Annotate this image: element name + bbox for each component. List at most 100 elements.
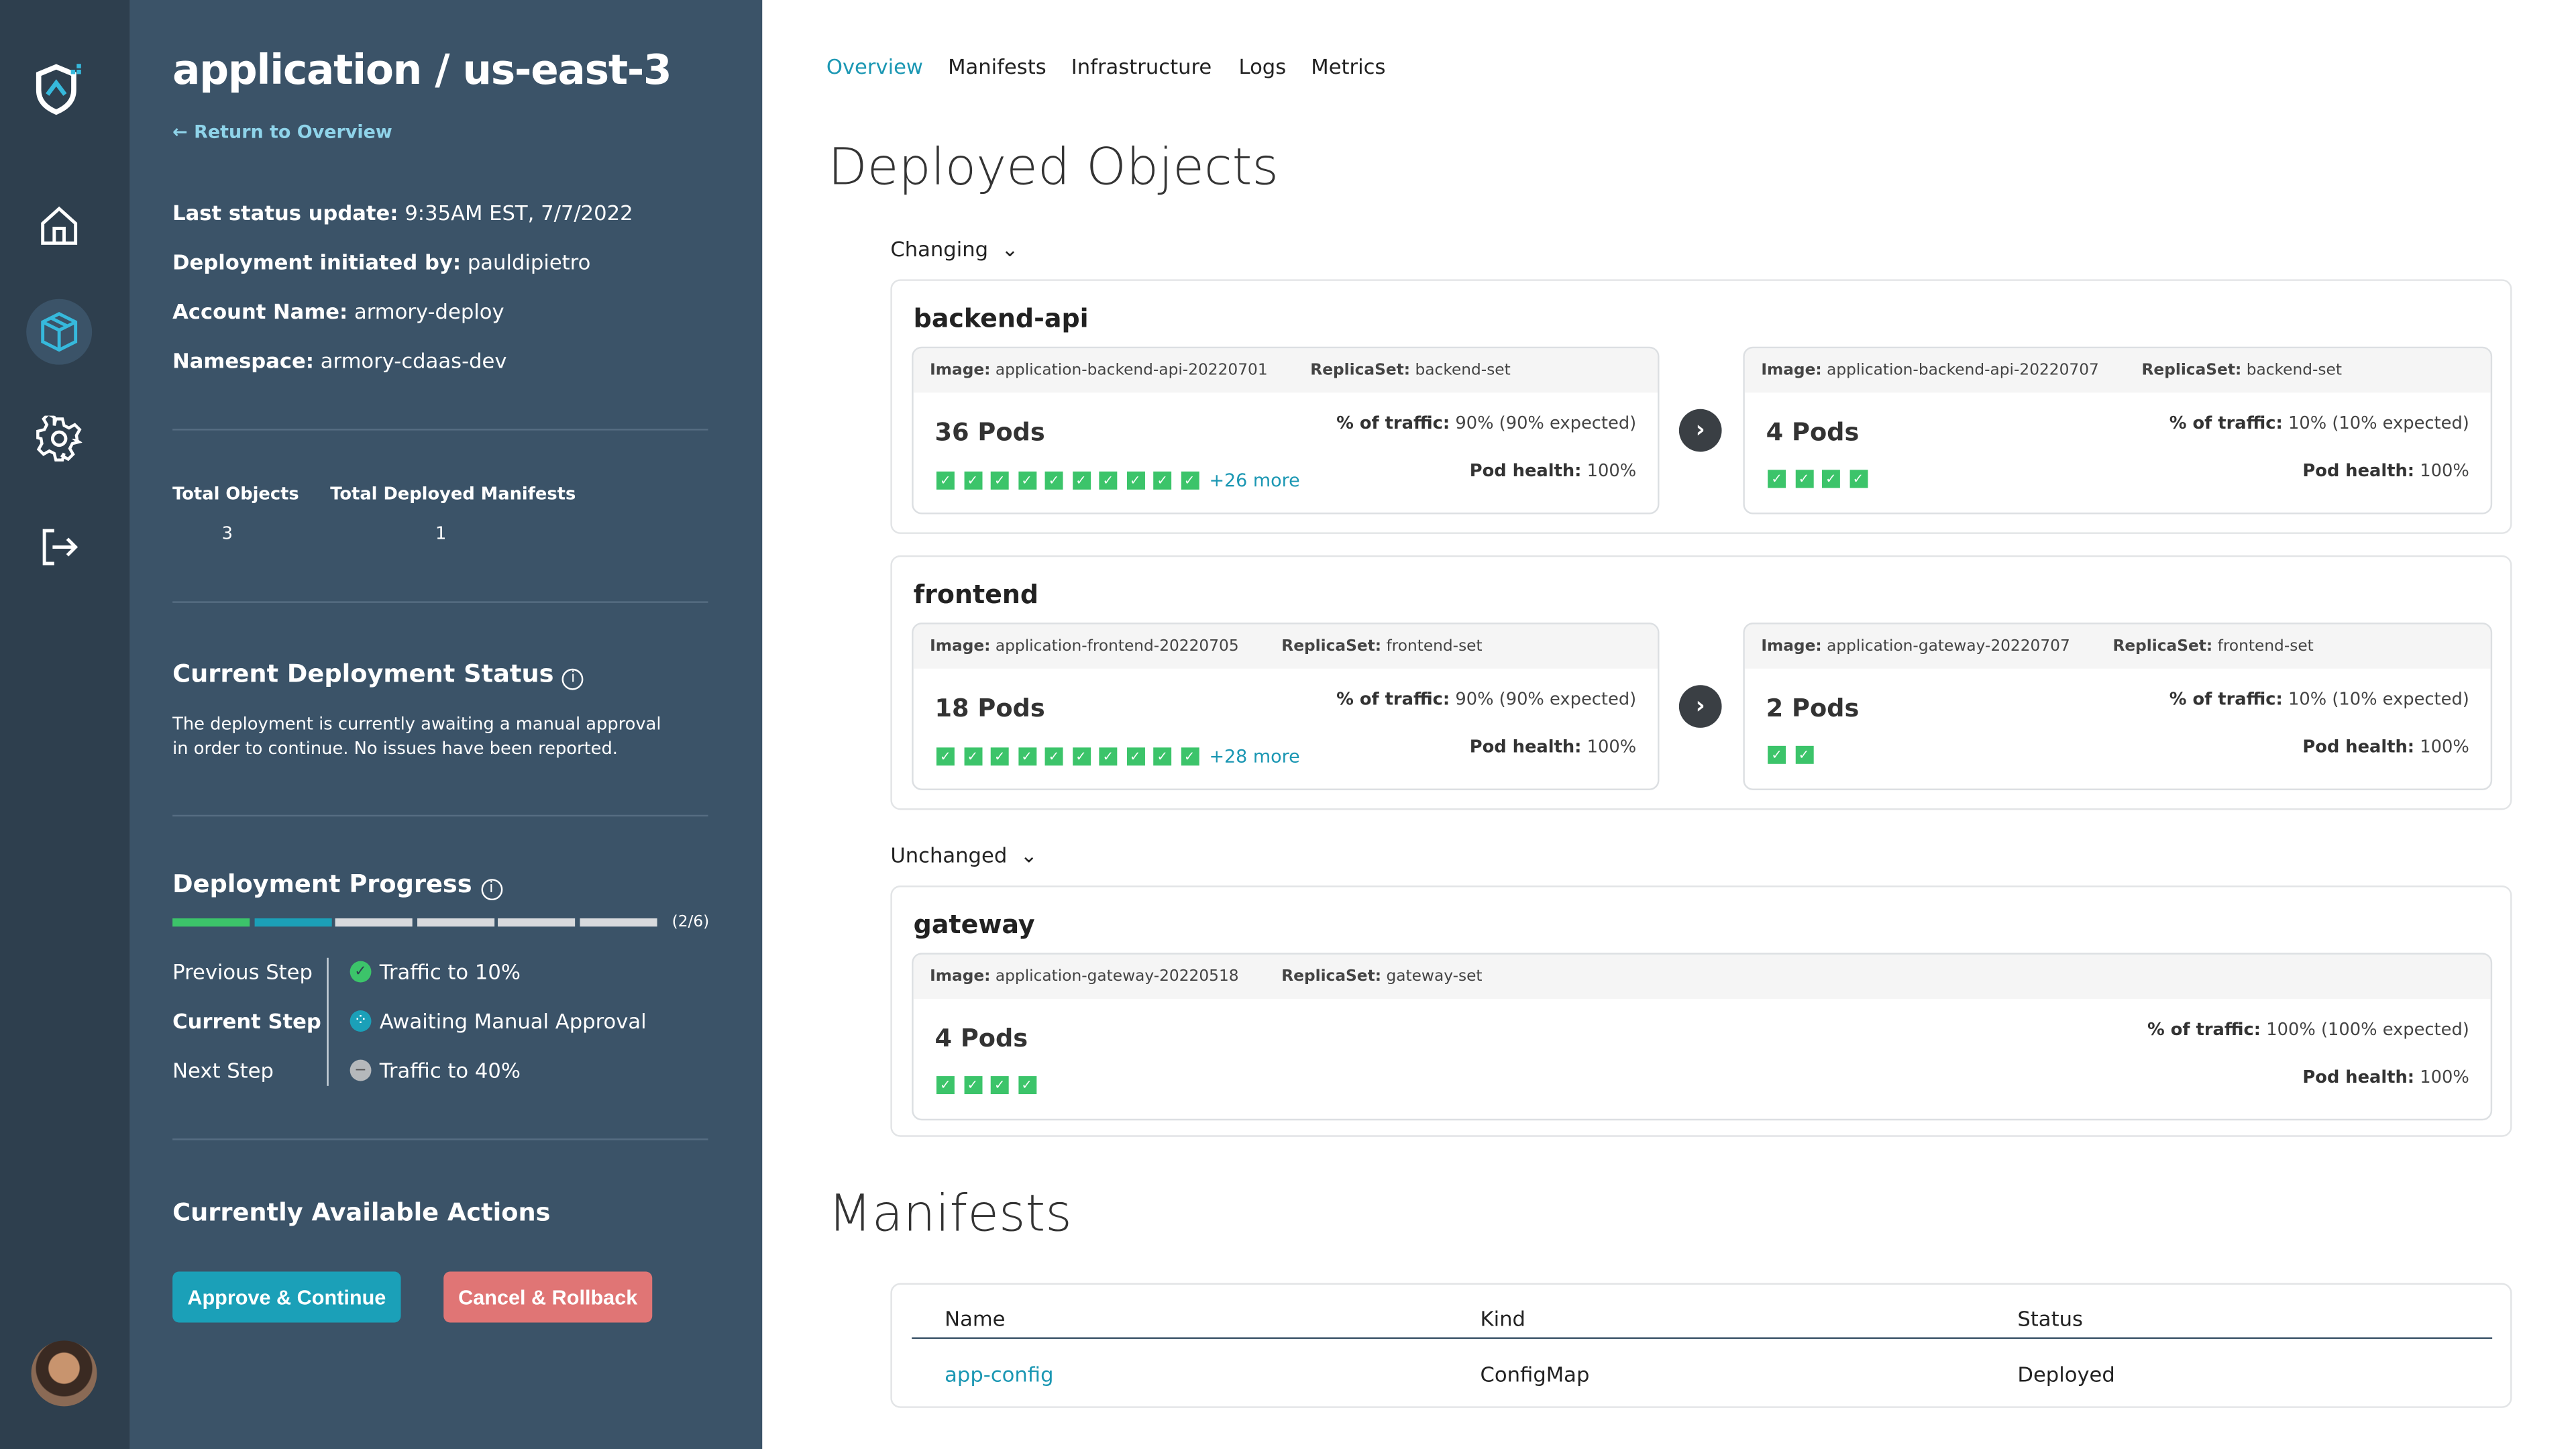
approve-continue-button[interactable]: Approve & Continue — [172, 1271, 401, 1323]
return-to-overview-link[interactable]: ← Return to Overview — [172, 121, 392, 143]
home-icon[interactable] — [33, 199, 85, 251]
account-name: Account Name: armory-deploy — [172, 299, 504, 324]
replicaset-info: ReplicaSet: frontend-set — [2112, 637, 2314, 656]
pod-healthy-icon: ✓ — [1153, 471, 1172, 490]
initiated-by: Deployment initiated by: pauldipietro — [172, 250, 591, 274]
tab-metrics[interactable]: Metrics — [1311, 54, 1385, 79]
pod-health: Pod health: 100% — [2302, 737, 2469, 757]
pod-health: Pod health: 100% — [2302, 462, 2469, 482]
pod-healthy-icon: ✓ — [936, 471, 955, 490]
pod-healthy-icon: ✓ — [1018, 471, 1036, 490]
pod-healthy-icon: ✓ — [1099, 471, 1118, 490]
changing-toggle[interactable]: Changing ⌄ — [890, 237, 1018, 262]
pod-healthy-icon: ✓ — [1794, 470, 1813, 488]
progress-segment-complete — [254, 918, 331, 927]
column-header-kind: Kind — [1480, 1305, 1525, 1331]
pod-healthy-icon: ✓ — [1180, 747, 1199, 766]
current-step: ⁘ Awaiting Manual Approval — [350, 1009, 647, 1033]
chevron-right-circle-icon: › — [1678, 685, 1722, 728]
progress-segment-pending — [498, 918, 576, 927]
manifest-name-link[interactable]: app-config — [945, 1362, 1053, 1387]
column-header-status: Status — [2017, 1305, 2083, 1331]
progress-segment-pending — [580, 918, 657, 927]
pod-healthy-icon: ✓ — [963, 471, 982, 490]
traffic-percent: % of traffic: 90% (90% expected) — [1336, 414, 1637, 434]
replicaset-header: Image: application-backend-api-20220701 … — [913, 348, 1658, 393]
pod-status-list: ✓ ✓ — [1768, 745, 1813, 764]
pod-healthy-icon: ✓ — [1794, 745, 1813, 764]
progress-segment-complete — [172, 918, 250, 927]
pod-healthy-icon: ✓ — [1768, 745, 1786, 764]
deployed-object-card: frontend Image: application-frontend-202… — [890, 555, 2512, 810]
pod-status-list: ✓ ✓ ✓ ✓ ✓ ✓ ✓ ✓ ✓ ✓ +26 more — [936, 470, 1300, 491]
replicaset-box: Image: application-gateway-20220707 Repl… — [1743, 623, 2493, 790]
replicaset-header: Image: application-gateway-20220707 Repl… — [1744, 624, 2491, 669]
pod-healthy-icon: ✓ — [1099, 747, 1118, 766]
pod-healthy-icon: ✓ — [1018, 1076, 1036, 1095]
replicaset-header: Image: application-frontend-20220705 Rep… — [913, 624, 1658, 669]
logo-shield-icon[interactable] — [33, 62, 85, 115]
unchanged-toggle[interactable]: Unchanged ⌄ — [890, 843, 1037, 867]
traffic-percent: % of traffic: 100% (100% expected) — [2147, 1020, 2469, 1040]
image-info: Image: application-backend-api-20220701 — [930, 361, 1268, 380]
more-pods-link[interactable]: +28 more — [1209, 746, 1299, 767]
image-info: Image: application-gateway-20220707 — [1761, 637, 2070, 656]
pod-healthy-icon: ✓ — [1849, 470, 1868, 488]
previous-step: ✓ Traffic to 10% — [350, 959, 521, 984]
tab-logs[interactable]: Logs — [1239, 54, 1287, 79]
replicaset-info: ReplicaSet: frontend-set — [1281, 637, 1483, 656]
total-manifests-label: Total Deployed Manifests — [330, 484, 576, 504]
status-heading: Current Deployment Status i — [172, 659, 584, 690]
pod-health: Pod health: 100% — [2302, 1067, 2469, 1088]
chevron-down-icon: ⌄ — [1001, 236, 1019, 262]
avatar[interactable] — [31, 1340, 97, 1407]
info-icon[interactable]: i — [480, 879, 502, 901]
total-manifests-value: 1 — [435, 524, 447, 544]
total-objects-value: 3 — [221, 524, 233, 544]
pod-healthy-icon: ✓ — [1044, 471, 1063, 490]
progress-counter: (2/6) — [672, 913, 710, 932]
main-content: Overview Manifests Infrastructure Logs M… — [762, 0, 2576, 1449]
icon-rail — [0, 0, 130, 1449]
progress-segment-pending — [417, 918, 494, 927]
previous-step-label: Previous Step — [172, 959, 313, 984]
image-info: Image: application-backend-api-20220707 — [1761, 361, 2099, 380]
check-circle-icon: ✓ — [350, 961, 372, 983]
tab-overview[interactable]: Overview — [826, 54, 923, 79]
replicaset-header: Image: application-backend-api-20220707 … — [1744, 348, 2491, 393]
column-header-name: Name — [945, 1305, 1006, 1331]
deployment-summary-panel: application / us-east-3 ← Return to Over… — [129, 0, 763, 1449]
page-title: application / us-east-3 — [172, 46, 672, 94]
next-step-label: Next Step — [172, 1058, 274, 1083]
info-icon[interactable]: i — [562, 668, 584, 690]
pod-healthy-icon: ✓ — [936, 1076, 955, 1095]
replicaset-box: Image: application-backend-api-20220707 … — [1743, 346, 2493, 515]
deployments-cube-icon[interactable] — [26, 299, 93, 365]
pod-status-list: ✓ ✓ ✓ ✓ — [936, 1076, 1036, 1095]
deployed-objects-heading: Deployed Objects — [828, 138, 1279, 197]
deployed-object-card: gateway Image: application-gateway-20220… — [890, 885, 2512, 1137]
current-step-label: Current Step — [172, 1008, 321, 1034]
progress-heading: Deployment Progress i — [172, 869, 502, 901]
tab-manifests[interactable]: Manifests — [948, 54, 1046, 79]
replicaset-box: Image: application-backend-api-20220701 … — [912, 346, 1660, 515]
divider — [172, 429, 708, 431]
actions-heading: Currently Available Actions — [172, 1197, 551, 1228]
traffic-percent: % of traffic: 90% (90% expected) — [1336, 690, 1637, 710]
arrow-left-icon: ← — [172, 121, 188, 144]
cancel-rollback-button[interactable]: Cancel & Rollback — [443, 1271, 653, 1323]
object-name: frontend — [913, 580, 1039, 610]
gear-icon[interactable] — [33, 413, 85, 465]
tab-infrastructure[interactable]: Infrastructure — [1071, 54, 1212, 79]
divider — [172, 601, 708, 603]
progress-segment-pending — [335, 918, 413, 927]
status-text: The deployment is currently awaiting a m… — [172, 714, 661, 759]
total-objects-label: Total Objects — [172, 484, 299, 504]
more-pods-link[interactable]: +26 more — [1209, 470, 1299, 491]
logout-icon[interactable] — [33, 521, 85, 573]
divider — [172, 1138, 708, 1140]
pod-healthy-icon: ✓ — [1180, 471, 1199, 490]
replicaset-box: Image: application-frontend-20220705 Rep… — [912, 623, 1660, 790]
chevron-right-circle-icon: › — [1678, 409, 1722, 452]
pod-status-list: ✓ ✓ ✓ ✓ ✓ ✓ ✓ ✓ ✓ ✓ +28 more — [936, 746, 1300, 767]
